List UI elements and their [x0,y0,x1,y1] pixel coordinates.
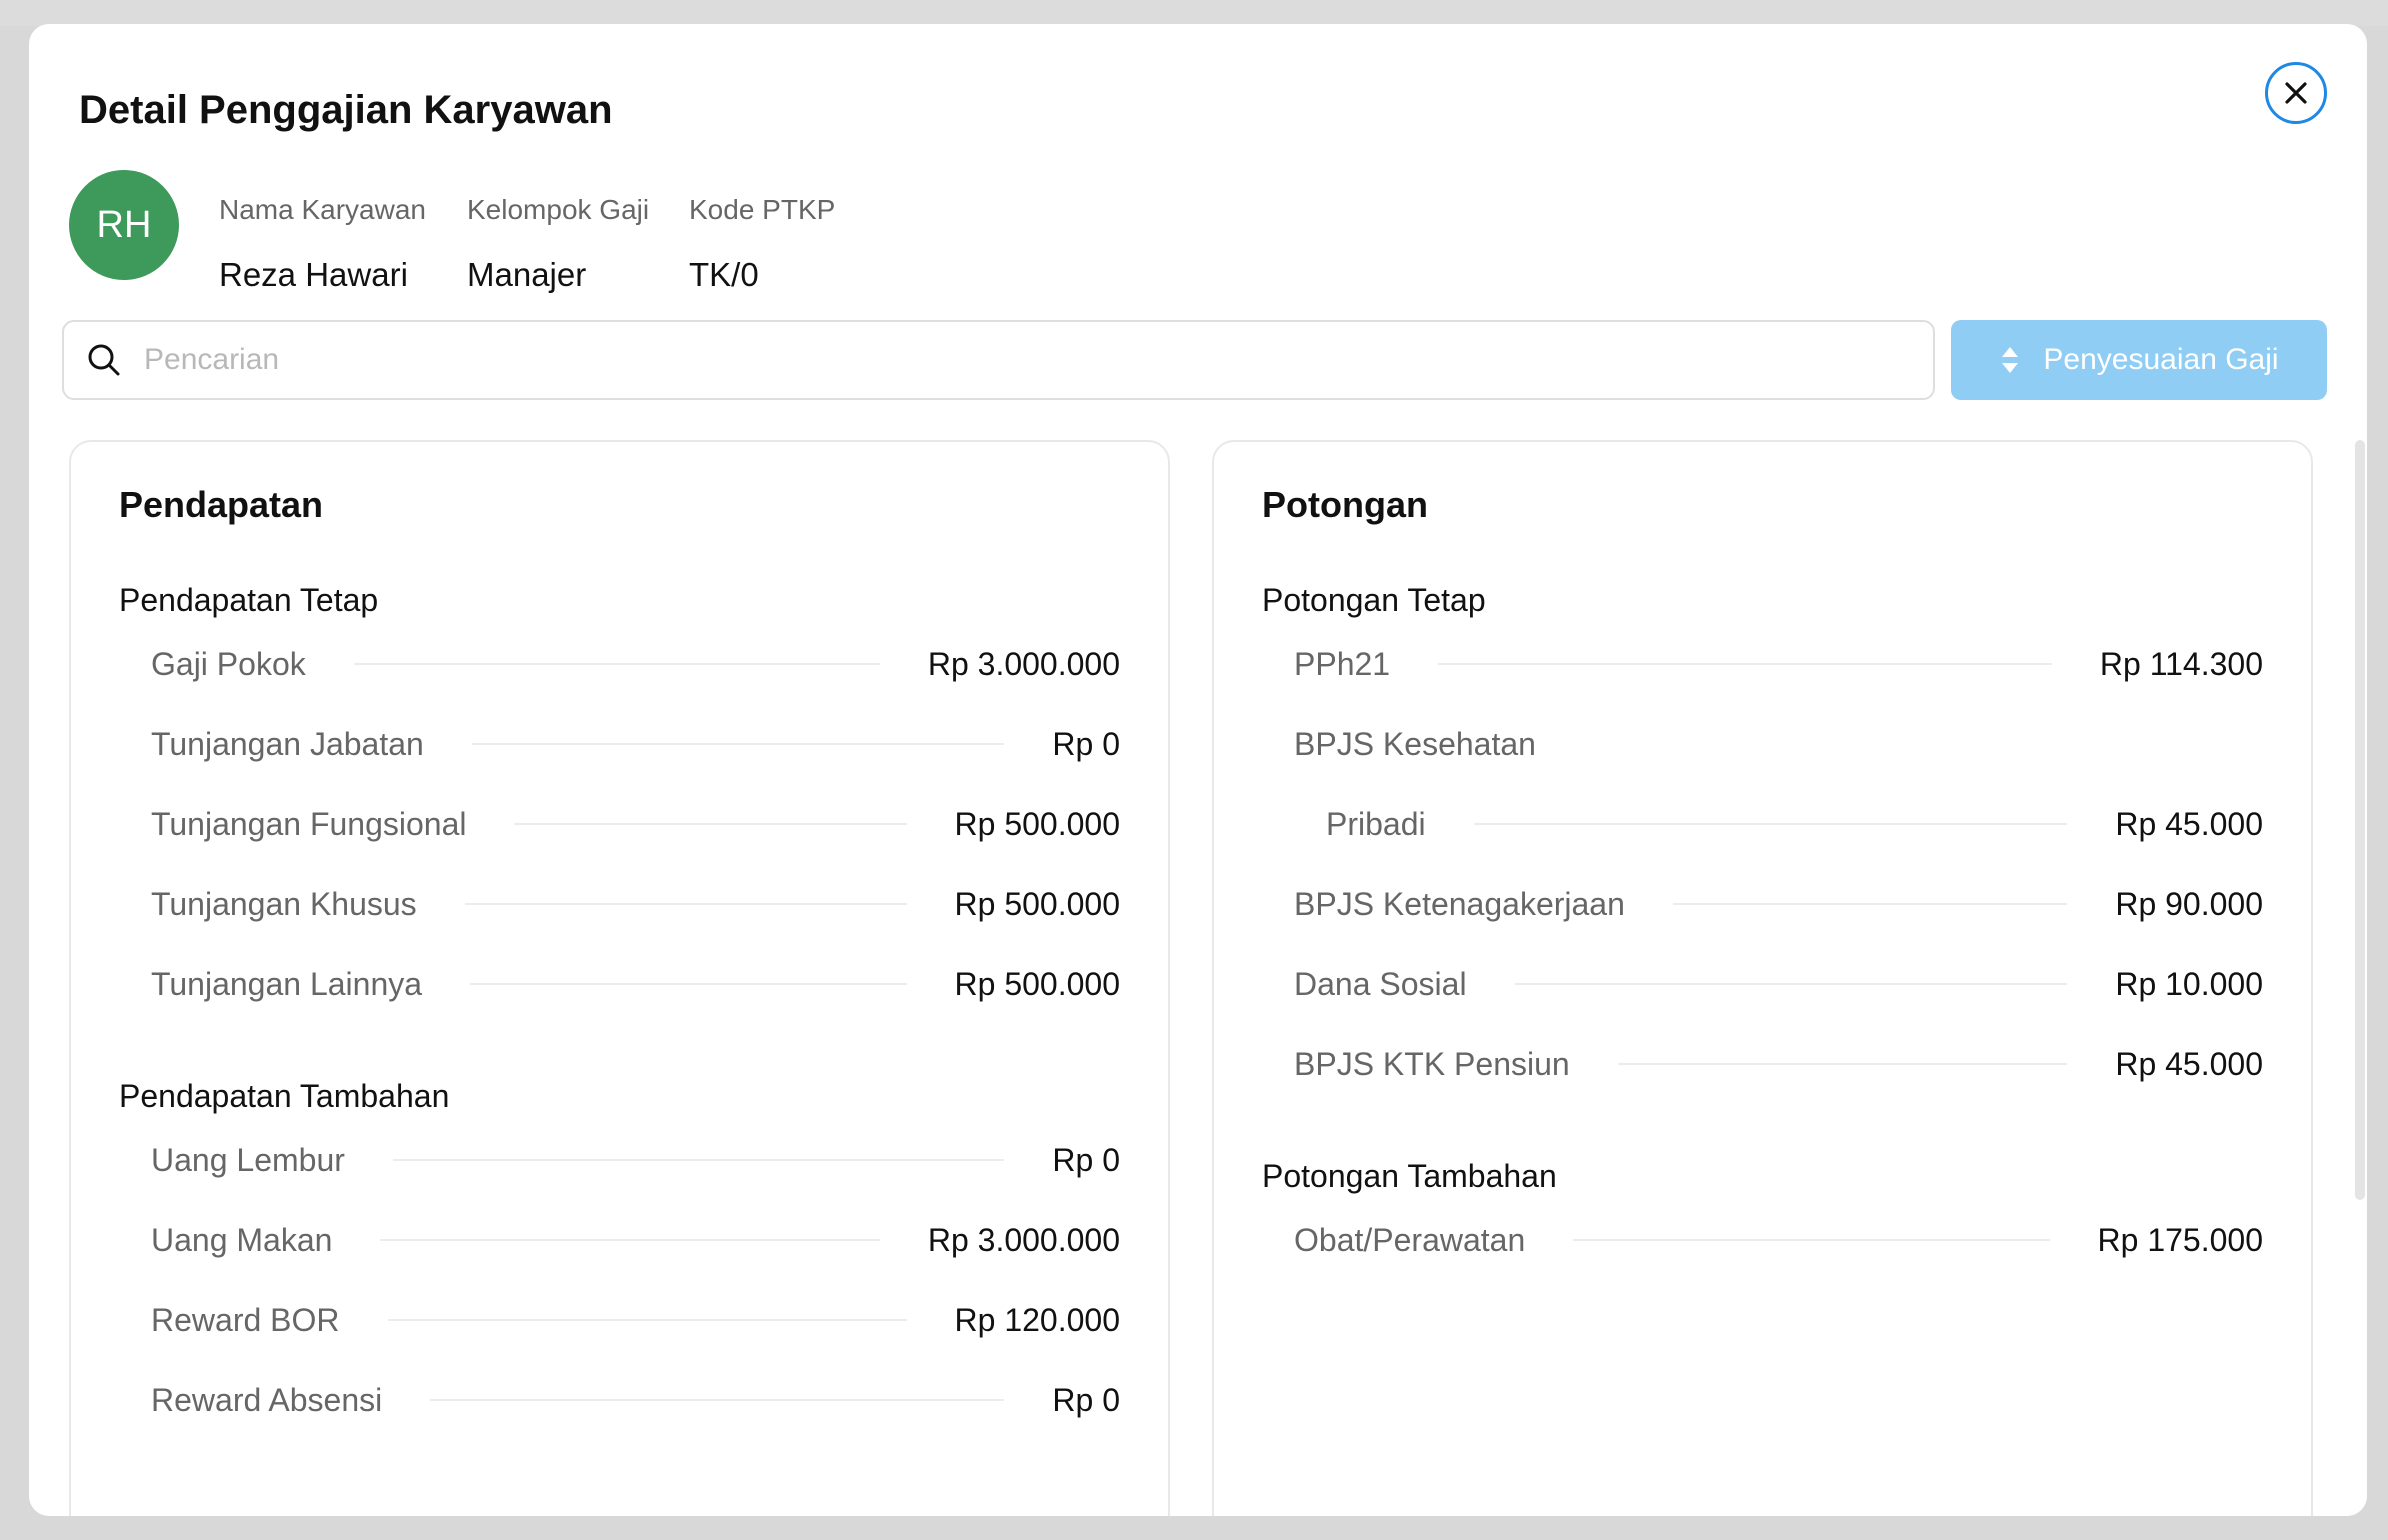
income-row-tunjangan-khusus: Tunjangan Khusus Rp 500.000 [151,879,1120,929]
row-value: Rp 45.000 [2115,1045,2263,1082]
row-label: Gaji Pokok [151,645,306,682]
row-value: Rp 500.000 [954,965,1120,1002]
row-divider [1473,823,2068,825]
deduction-panel: Potongan Potongan Tetap PPh21 Rp 114.300… [1212,440,2313,1516]
income-title: Pendapatan [119,484,324,525]
row-label: Pribadi [1326,805,1426,842]
sort-icon [2002,347,2019,373]
income-row-tunjangan-fungsional: Tunjangan Fungsional Rp 500.000 [151,799,1120,849]
income-row-uang-makan: Uang Makan Rp 3.000.000 [151,1215,1120,1265]
deduction-row-pph21: PPh21 Rp 114.300 [1294,639,2263,689]
row-value: Rp 3.000.000 [927,645,1120,682]
fixed-income-title: Pendapatan Tetap [119,582,379,618]
row-divider [1573,1239,2050,1241]
row-divider [380,1239,880,1241]
additional-deduction-title: Potongan Tambahan [1262,1158,1557,1194]
row-value: Rp 10.000 [2115,965,2263,1002]
row-label: PPh21 [1294,645,1391,682]
employee-name-field: Nama Karyawan Reza Hawari [219,194,426,294]
row-label: Tunjangan Khusus [151,885,417,922]
row-divider [430,1399,1005,1401]
ptkp-code-value: TK/0 [689,256,759,293]
search-input[interactable] [144,343,1844,377]
row-value: Rp 90.000 [2115,885,2263,922]
modal-title: Detail Penggajian Karyawan [79,88,613,132]
search-box[interactable] [62,320,1935,400]
row-label: Dana Sosial [1294,965,1467,1002]
row-value: Rp 45.000 [2115,805,2263,842]
row-label: Reward Absensi [151,1381,383,1418]
row-label: Uang Makan [151,1221,333,1258]
row-label: Tunjangan Fungsional [151,805,467,842]
avatar: RH [69,170,179,280]
row-divider [471,743,1005,745]
scrollbar[interactable] [2355,440,2365,1200]
row-divider [353,663,880,665]
income-row-tunjangan-jabatan: Tunjangan Jabatan Rp 0 [151,719,1120,769]
row-divider [392,1159,1005,1161]
row-label: BPJS KTK Pensiun [1294,1045,1570,1082]
income-panel: Pendapatan Pendapatan Tetap Gaji Pokok R… [69,440,1170,1516]
deduction-row-pribadi: Pribadi Rp 45.000 [1326,799,2263,849]
payroll-detail-modal: Detail Penggajian Karyawan RH Nama Karya… [29,24,2367,1516]
row-value: Rp 120.000 [954,1301,1120,1338]
close-button[interactable] [2265,62,2327,124]
income-row-reward-bor: Reward BOR Rp 120.000 [151,1295,1120,1345]
row-label: Tunjangan Lainnya [151,965,423,1002]
ptkp-code-field: Kode PTKP TK/0 [689,194,835,294]
row-divider [514,823,907,825]
row-value: Rp 0 [1052,725,1120,762]
row-value: Rp 0 [1052,1141,1120,1178]
row-divider [1514,983,2068,985]
deduction-title: Potongan [1262,484,1428,525]
row-value: Rp 500.000 [954,885,1120,922]
row-label: BPJS Ketenagakerjaan [1294,885,1625,922]
row-divider [1438,663,2052,665]
salary-group-field: Kelompok Gaji Manajer [467,194,649,294]
row-value: Rp 114.300 [2099,645,2263,682]
income-row-uang-lembur: Uang Lembur Rp 0 [151,1135,1120,1185]
income-row-gaji-pokok: Gaji Pokok Rp 3.000.000 [151,639,1120,689]
row-value: Rp 500.000 [954,805,1120,842]
ptkp-code-label: Kode PTKP [689,194,836,225]
salary-adjustment-label: Penyesuaian Gaji [2043,343,2279,376]
search-icon [88,344,120,376]
employee-name-label: Nama Karyawan [219,194,426,225]
row-divider [470,983,907,985]
deduction-row-dana-sosial: Dana Sosial Rp 10.000 [1294,959,2263,1009]
deduction-row-bpjs-ktk-pensiun: BPJS KTK Pensiun Rp 45.000 [1294,1039,2263,1089]
salary-group-label: Kelompok Gaji [467,194,650,225]
close-icon [2285,82,2307,104]
employee-name-value: Reza Hawari [219,256,408,293]
row-label: BPJS Kesehatan [1294,725,1536,762]
salary-adjustment-button[interactable]: Penyesuaian Gaji [1951,320,2327,400]
row-label: Tunjangan Jabatan [151,725,424,762]
backdrop [0,0,2388,26]
fixed-deduction-title: Potongan Tetap [1262,582,1486,618]
row-divider [1617,1063,2068,1065]
row-value: Rp 3.000.000 [927,1221,1120,1258]
income-row-tunjangan-lainnya: Tunjangan Lainnya Rp 500.000 [151,959,1120,1009]
row-divider [387,1319,907,1321]
salary-group-value: Manajer [467,256,587,293]
deduction-row-bpjs-kesehatan: BPJS Kesehatan [1294,719,2263,769]
row-value: Rp 0 [1052,1381,1120,1418]
row-label: Reward BOR [151,1301,340,1338]
row-label: Uang Lembur [151,1141,345,1178]
row-divider [1672,903,2068,905]
row-divider [464,903,907,905]
deduction-row-bpjs-ketenagakerjaan: BPJS Ketenagakerjaan Rp 90.000 [1294,879,2263,929]
row-value: Rp 175.000 [2097,1221,2263,1258]
deduction-row-obat-perawatan: Obat/Perawatan Rp 175.000 [1294,1215,2263,1265]
row-label: Obat/Perawatan [1294,1221,1526,1258]
additional-income-title: Pendapatan Tambahan [119,1078,450,1114]
income-row-reward-absensi: Reward Absensi Rp 0 [151,1375,1120,1425]
